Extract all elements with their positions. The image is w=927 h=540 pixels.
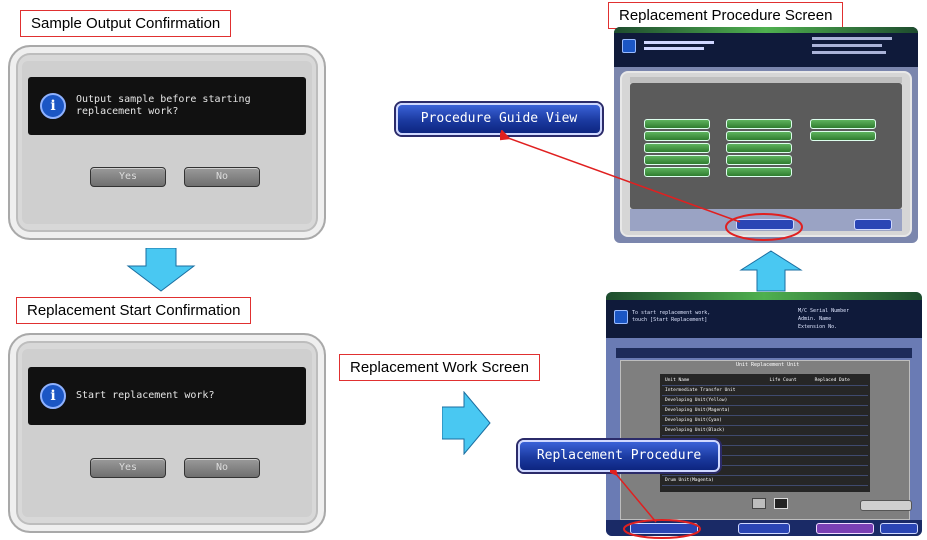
sample-message: Output sample before starting replacemen… [76,94,251,117]
close-button[interactable] [880,523,918,534]
print-mode-button[interactable] [738,523,790,534]
info-icon: i [40,93,66,119]
right-arrow-icon [442,391,491,455]
label-replacement-start-confirmation: Replacement Start Confirmation [16,297,252,324]
table-row[interactable]: Drum Unit(Magenta) [662,475,868,486]
work-table-title: Unit Replacement Unit [736,362,800,368]
scroll-up-button[interactable] [752,498,766,509]
col-replaced: Replaced Date [811,376,868,386]
sample-output-dialog: i Output sample before starting replacem… [8,45,326,240]
close-small-button[interactable] [854,219,892,230]
table-row[interactable]: Developing Unit(Cyan) [662,415,868,426]
label-replacement-work-screen: Replacement Work Screen [339,354,540,381]
sample-output-count-button[interactable] [860,500,912,511]
label-replacement-procedure-screen: Replacement Procedure Screen [608,2,844,29]
no-button[interactable]: No [184,167,260,187]
extension-label: Extension No. [798,324,838,330]
scroll-down-button[interactable] [774,498,788,509]
col-unit-name: Unit Name [662,376,767,386]
info-icon: i [40,383,66,409]
replacement-start-dialog: i Start replacement work? Yes No [8,333,326,533]
work-header-line1: To start replacement work, [632,310,711,316]
table-row[interactable]: Developing Unit(Black) [662,425,868,436]
serial-label: M/C Serial Number [798,308,850,314]
table-row[interactable]: Developing Unit(Magenta) [662,405,868,416]
replacement-procedure-button[interactable]: Replacement Procedure [518,440,720,472]
col-life: Life Count [766,376,812,386]
label-sample-output-confirmation: Sample Output Confirmation [20,10,232,37]
info-icon [622,39,636,53]
start-replacement-button[interactable] [816,523,874,534]
sample-message-bar: i Output sample before starting replacem… [28,77,306,135]
up-arrow-icon [739,250,803,292]
down-arrow-icon [126,248,196,292]
yes-button[interactable]: Yes [90,167,166,187]
start-message: Start replacement work? [76,390,215,401]
no-button[interactable]: No [184,458,260,478]
callout-line [500,130,741,223]
yes-button[interactable]: Yes [90,458,166,478]
table-row[interactable]: Intermediate Transfer Unit [662,385,868,396]
admin-label: Admin. Name [798,316,832,322]
start-message-bar: i Start replacement work? [28,367,306,425]
callout-line [610,470,657,523]
info-icon [614,310,628,324]
table-row[interactable]: Developing Unit(Yellow) [662,395,868,406]
work-header-line2: touch [Start Replacement] [632,317,708,323]
